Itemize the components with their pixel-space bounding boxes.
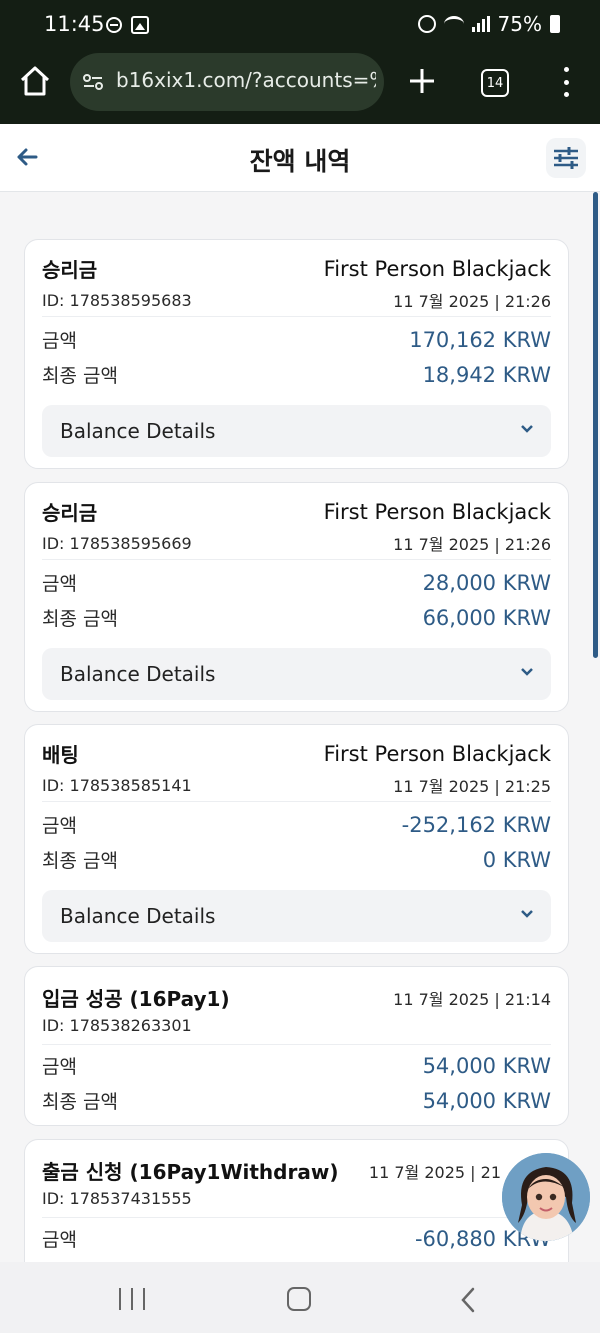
transaction-card: 승리금 First Person Blackjack ID: 178538595… bbox=[24, 482, 569, 712]
transaction-card: 입금 성공 (16Pay1) 11 7월 2025 | 21:14 ID: 17… bbox=[24, 966, 569, 1126]
transaction-id: ID: 178538263301 bbox=[42, 1016, 192, 1035]
amount-value: 54,000 KRW bbox=[422, 1053, 551, 1078]
home-icon[interactable] bbox=[18, 64, 52, 98]
battery-icon bbox=[550, 15, 560, 33]
transaction-list: 승리금 First Person Blackjack ID: 178538595… bbox=[0, 192, 600, 1262]
assistant-avatar-button[interactable] bbox=[502, 1153, 590, 1241]
transaction-id: ID: 178538595683 bbox=[42, 290, 192, 310]
balance-details-toggle[interactable]: Balance Details bbox=[42, 890, 551, 942]
final-amount-label: 최종 금액 bbox=[42, 365, 118, 387]
transaction-datetime: 11 7월 2025 | 21:14 bbox=[393, 989, 551, 1009]
assistant-avatar-icon bbox=[502, 1153, 590, 1241]
balance-details-label: Balance Details bbox=[60, 419, 216, 443]
do-not-disturb-icon bbox=[106, 17, 122, 33]
filter-sliders-icon bbox=[554, 147, 578, 169]
final-amount-label: 최종 금액 bbox=[42, 1091, 118, 1113]
divider bbox=[42, 1044, 551, 1045]
alarm-icon bbox=[417, 15, 436, 33]
filter-button[interactable] bbox=[546, 138, 586, 178]
divider bbox=[42, 1217, 551, 1218]
browser-chrome: 11:45 75% b16xix1.com/?accounts=%2 14 bbox=[0, 0, 600, 124]
transaction-type: 입금 성공 (16Pay1) bbox=[42, 987, 230, 1011]
amount-value: 170,162 KRW bbox=[409, 327, 551, 352]
transaction-id: ID: 178537431555 bbox=[42, 1189, 192, 1208]
system-navigation-bar bbox=[0, 1262, 600, 1333]
home-button-icon[interactable] bbox=[287, 1287, 311, 1311]
balance-details-label: Balance Details bbox=[60, 662, 216, 686]
divider bbox=[42, 801, 551, 802]
recent-apps-icon[interactable] bbox=[119, 1288, 145, 1310]
final-amount-value: 18,942 KRW bbox=[422, 362, 551, 387]
transaction-id: ID: 178538585141 bbox=[42, 775, 192, 795]
page-title: 잔액 내역 bbox=[249, 147, 351, 176]
tab-count: 14 bbox=[486, 75, 504, 91]
final-amount-value: 66,000 KRW bbox=[422, 605, 551, 630]
chevron-down-icon bbox=[521, 425, 533, 433]
signal-icon bbox=[471, 16, 490, 32]
amount-label: 금액 bbox=[42, 815, 77, 837]
chevron-down-icon bbox=[521, 910, 533, 918]
gallery-icon bbox=[131, 16, 149, 34]
game-name: First Person Blackjack bbox=[323, 741, 551, 766]
final-amount-value: 54,000 KRW bbox=[422, 1088, 551, 1113]
status-bar: 11:45 75% bbox=[0, 0, 600, 50]
transaction-card: 배팅 First Person Blackjack ID: 1785385851… bbox=[24, 724, 569, 954]
scrollbar[interactable] bbox=[593, 192, 598, 658]
more-menu-icon[interactable] bbox=[556, 67, 576, 97]
amount-value: 28,000 KRW bbox=[422, 570, 551, 595]
amount-label: 금액 bbox=[42, 573, 77, 595]
transaction-type: 승리금 bbox=[42, 501, 98, 525]
wifi-icon bbox=[443, 16, 464, 32]
chevron-down-icon bbox=[521, 668, 533, 676]
balance-details-toggle[interactable]: Balance Details bbox=[42, 405, 551, 457]
app-header: 잔액 내역 bbox=[0, 124, 600, 192]
final-amount-value: 0 KRW bbox=[482, 847, 551, 872]
new-tab-icon[interactable] bbox=[404, 63, 440, 99]
transaction-datetime: 11 7월 2025 | 21:26 bbox=[393, 535, 551, 554]
tab-switcher-button[interactable]: 14 bbox=[481, 69, 509, 97]
status-icons: 75% bbox=[417, 12, 560, 36]
divider bbox=[42, 316, 551, 317]
game-name: First Person Blackjack bbox=[323, 499, 551, 524]
transaction-datetime: 11 7월 2025 | 21:26 bbox=[393, 292, 551, 311]
transaction-type: 출금 신청 (16Pay1Withdraw) bbox=[42, 1160, 339, 1184]
transaction-type: 배팅 bbox=[42, 743, 79, 767]
transaction-card: 출금 신청 (16Pay1Withdraw) 11 7월 2025 | 21 I… bbox=[24, 1139, 569, 1262]
address-field[interactable]: b16xix1.com/?accounts=%2 bbox=[70, 53, 384, 111]
game-name: First Person Blackjack bbox=[323, 256, 551, 281]
amount-label: 금액 bbox=[42, 330, 77, 352]
divider bbox=[42, 559, 551, 560]
url-text: b16xix1.com/?accounts=%2 bbox=[116, 68, 376, 92]
final-amount-label: 최종 금액 bbox=[42, 850, 118, 872]
transaction-datetime: 11 7월 2025 | 21 bbox=[368, 1162, 501, 1182]
transaction-type: 승리금 bbox=[42, 258, 98, 282]
url-bar: b16xix1.com/?accounts=%2 14 bbox=[0, 52, 600, 112]
amount-label: 금액 bbox=[42, 1056, 77, 1078]
amount-value: -252,162 KRW bbox=[401, 812, 551, 837]
transaction-card: 승리금 First Person Blackjack ID: 178538595… bbox=[24, 239, 569, 469]
battery-percent: 75% bbox=[497, 12, 542, 36]
site-settings-icon[interactable] bbox=[82, 73, 104, 91]
final-amount-label: 최종 금액 bbox=[42, 608, 118, 630]
balance-details-toggle[interactable]: Balance Details bbox=[42, 648, 551, 700]
balance-details-label: Balance Details bbox=[60, 904, 216, 928]
back-nav-icon[interactable] bbox=[458, 1287, 478, 1313]
transaction-datetime: 11 7월 2025 | 21:25 bbox=[393, 777, 551, 796]
transaction-id: ID: 178538595669 bbox=[42, 533, 192, 553]
amount-label: 금액 bbox=[42, 1229, 77, 1251]
status-time: 11:45 bbox=[44, 12, 105, 36]
